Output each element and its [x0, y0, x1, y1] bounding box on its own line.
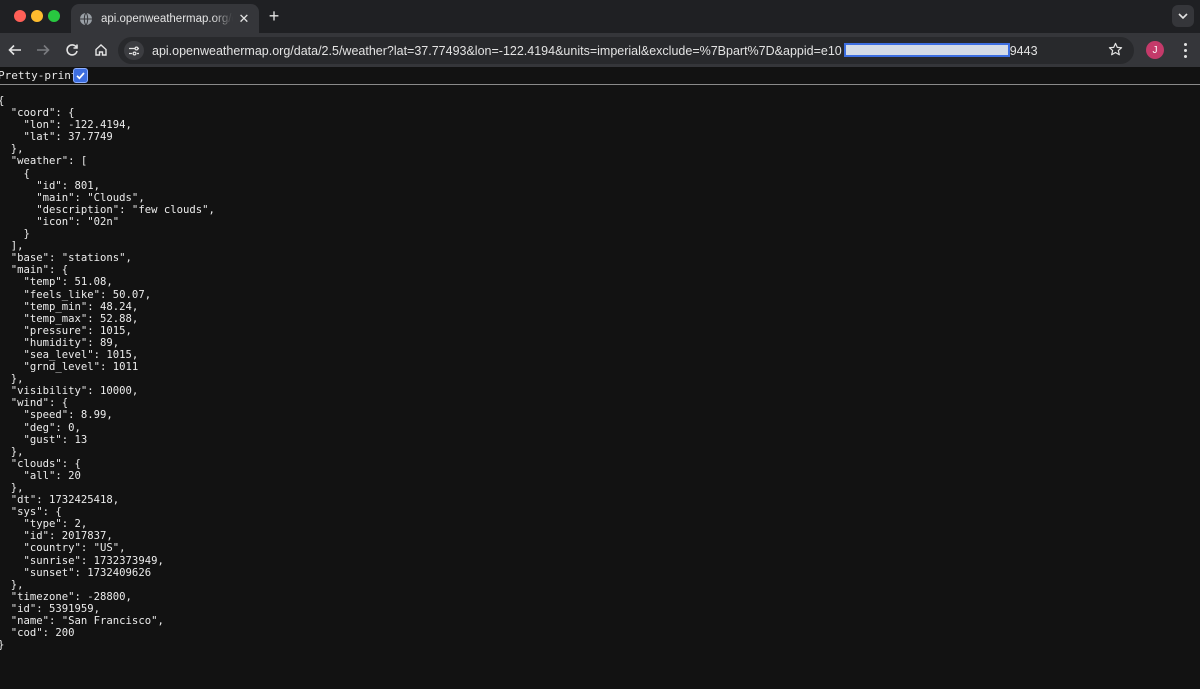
window-maximize-button[interactable]: [48, 10, 60, 22]
tab-title: api.openweathermap.org/data/2.5/weather: [101, 12, 233, 25]
arrow-left-icon: [8, 44, 21, 56]
back-button[interactable]: [6, 41, 24, 59]
reload-button[interactable]: [63, 41, 81, 59]
tune-icon: [129, 45, 139, 55]
tab-strip: api.openweathermap.org/data/2.5/weather …: [0, 0, 1200, 33]
profile-avatar[interactable]: J: [1146, 41, 1164, 59]
pretty-print-checkbox[interactable]: [73, 68, 88, 83]
more-menu-icon[interactable]: [1179, 41, 1191, 59]
url-prefix: api.openweathermap.org/data/2.5/weather?…: [152, 44, 842, 58]
json-response-body: { "coord": { "lon": -122.4194, "lat": 37…: [0, 95, 215, 651]
site-info-button[interactable]: [124, 41, 144, 60]
bookmark-star-icon[interactable]: [1106, 40, 1124, 58]
new-tab-button[interactable]: +: [265, 6, 283, 26]
browser-toolbar: api.openweathermap.org/data/2.5/weather?…: [0, 33, 1200, 67]
url-suffix: 9443: [1009, 44, 1038, 58]
arrow-right-icon: [37, 44, 50, 56]
url-text[interactable]: api.openweathermap.org/data/2.5/weather?…: [152, 43, 1038, 58]
forward-button[interactable]: [34, 41, 52, 59]
globe-icon: [79, 12, 93, 26]
close-icon[interactable]: ✕: [237, 11, 251, 27]
reload-icon: [66, 44, 78, 56]
pretty-print-label: Pretty-print: [0, 69, 78, 82]
home-button[interactable]: [92, 41, 110, 59]
home-icon: [95, 44, 107, 56]
window-close-button[interactable]: [14, 10, 26, 22]
redacted-api-key: [843, 43, 1010, 57]
address-bar[interactable]: api.openweathermap.org/data/2.5/weather?…: [118, 37, 1134, 64]
pretty-print-bar: Pretty-print: [0, 67, 1200, 85]
window-minimize-button[interactable]: [31, 10, 43, 22]
checkmark-icon: [76, 72, 85, 80]
tab-search-button[interactable]: [1172, 5, 1194, 27]
browser-tab[interactable]: api.openweathermap.org/data/2.5/weather …: [71, 4, 259, 33]
chevron-down-icon: [1178, 13, 1188, 19]
